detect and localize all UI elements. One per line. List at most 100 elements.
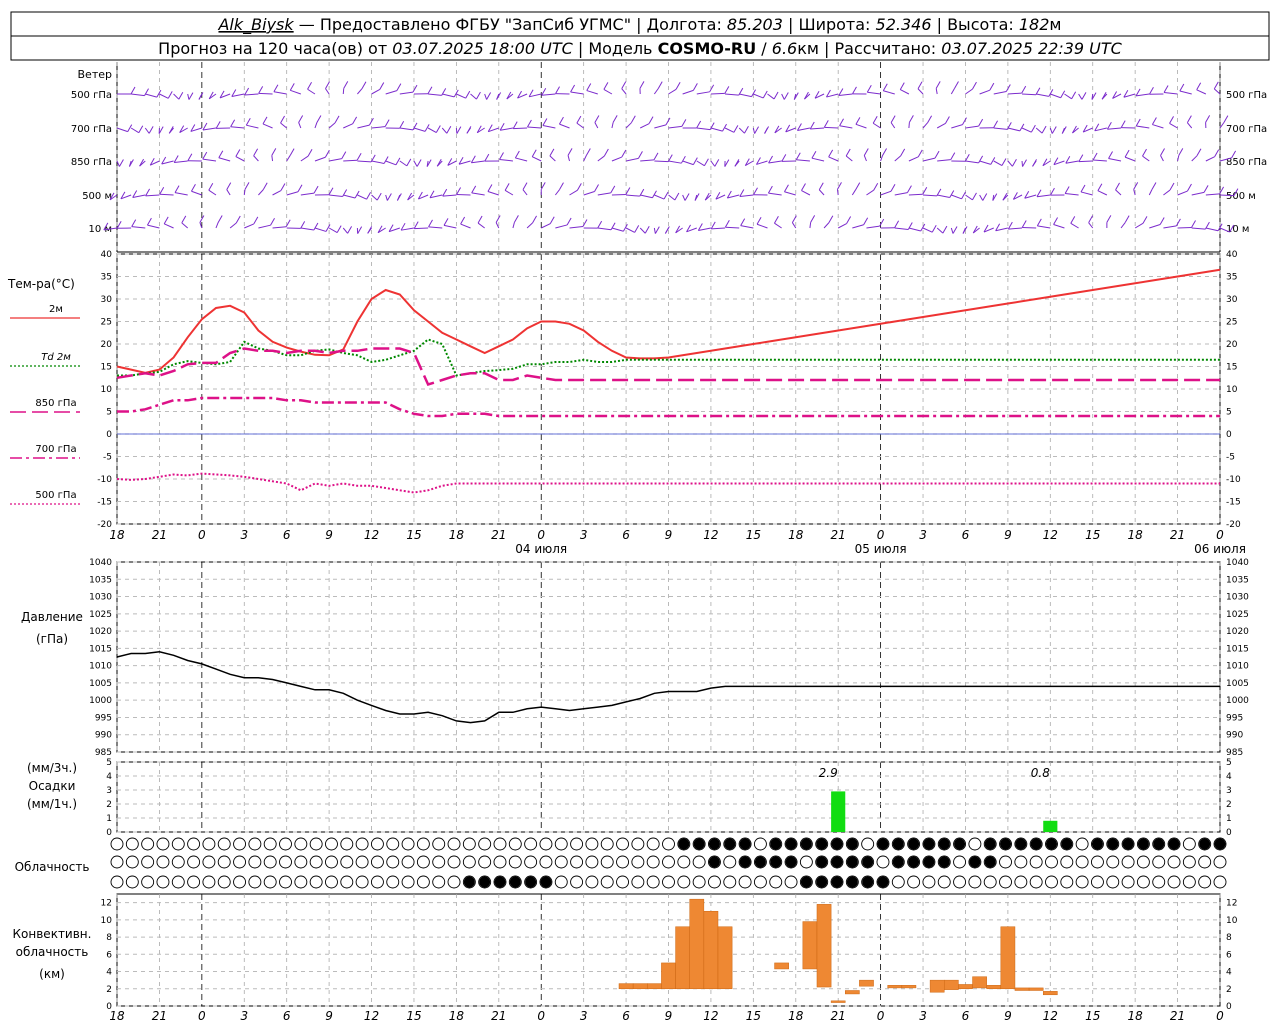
- time-tick-label-bottom: 0: [1216, 1009, 1224, 1023]
- wind-barb-feather: [753, 187, 758, 196]
- wind-barb-staff: [130, 127, 140, 134]
- wind-barb-staff: [824, 126, 839, 129]
- pressure-ytick: 1040: [89, 558, 112, 568]
- wind-barb-feather: [612, 115, 618, 123]
- cloud-symbol-lower: [340, 875, 354, 889]
- time-tick-label: 0: [537, 528, 545, 542]
- cloud-symbol-upper: [309, 837, 323, 851]
- time-tick-label-bottom: 6: [283, 1009, 291, 1023]
- time-tick-label: 21: [831, 528, 846, 542]
- wind-barb-feather: [148, 126, 154, 134]
- wind-barb-feather: [191, 184, 196, 192]
- wind-barb-feather: [846, 216, 852, 224]
- wind-barb-feather: [406, 158, 412, 167]
- wind-barb-staff: [791, 222, 797, 229]
- wind-barb-staff: [131, 93, 145, 97]
- cloud-symbol-fill: [1137, 838, 1149, 850]
- wind-barb-feather: [567, 148, 573, 156]
- precip-ytick: 4: [106, 772, 112, 782]
- cloud-symbol-upper: [539, 837, 553, 851]
- wind-barb-staff: [740, 225, 754, 229]
- cloud-symbol-upper: [646, 837, 660, 851]
- cloud-symbol-middle: [1090, 855, 1104, 869]
- wind-barb-staff: [583, 191, 595, 196]
- time-tick-label-bottom: 18: [788, 1009, 804, 1023]
- wind-barb-staff: [894, 192, 908, 196]
- wind-barb-feather: [1032, 159, 1037, 167]
- time-tick-label-bottom: 21: [152, 1009, 167, 1023]
- time-tick-label-bottom: 21: [1170, 1009, 1185, 1023]
- precip-ytick: 5: [106, 758, 112, 768]
- wind-barb-staff: [993, 160, 1003, 166]
- wind-barb-staff: [621, 88, 627, 95]
- wind-barb-staff: [965, 125, 979, 129]
- wind-barb-feather: [298, 115, 304, 123]
- wind-barb-staff: [1191, 191, 1205, 196]
- cloud-symbol-upper: [861, 837, 875, 851]
- cloud-symbol-middle: [125, 855, 139, 869]
- header-forecast-line-part: 03.07.2025 22:39 UTC: [941, 39, 1122, 58]
- time-tick-label-bottom: 6: [962, 1009, 970, 1023]
- convective-ytick-right: 10: [1226, 916, 1238, 926]
- wind-barb-feather: [585, 148, 591, 156]
- time-tick-label-bottom: 9: [665, 1009, 673, 1023]
- day-label: 05 июля: [855, 542, 907, 556]
- wind-barb-feather: [873, 182, 879, 191]
- cloud-symbol-middle: [1152, 855, 1166, 869]
- cloud-symbol-upper: [110, 837, 124, 851]
- wind-barb-staff: [597, 192, 611, 196]
- wind-barb-staff: [1049, 127, 1053, 134]
- wind-barb-staff: [936, 227, 944, 234]
- wind-barb-staff: [611, 122, 614, 129]
- wind-barb-feather: [273, 84, 279, 92]
- convective-ytick-right: 2: [1226, 985, 1232, 995]
- wind-barb-staff: [866, 189, 874, 196]
- cloud-symbol-middle: [631, 855, 645, 869]
- cloud-symbol-middle: [279, 855, 292, 869]
- cloud-symbol-lower: [1075, 875, 1089, 889]
- wind-barb-staff: [872, 122, 881, 129]
- wind-barb-feather: [181, 215, 187, 224]
- wind-barb-staff: [300, 227, 314, 231]
- wind-barb-feather: [1186, 115, 1192, 123]
- wind-barb-feather: [665, 117, 671, 126]
- cloud-symbol-middle: [1075, 855, 1089, 869]
- time-tick-label-bottom: 15: [746, 1009, 761, 1023]
- cloud-symbol-middle: [340, 855, 354, 869]
- wind-barb-staff: [1065, 192, 1079, 196]
- cloud-symbol-lower: [769, 875, 783, 889]
- cloud-symbol-upper: [631, 837, 645, 851]
- wind-barb-staff: [900, 89, 910, 95]
- cloud-symbol-upper: [294, 837, 308, 851]
- wind-barb-feather: [226, 182, 232, 190]
- wind-barb-staff: [298, 122, 302, 129]
- wind-barb-staff: [668, 88, 677, 95]
- cloud-symbol-middle: [309, 855, 323, 869]
- wind-barb-feather: [810, 215, 816, 223]
- temp-ytick: 40: [101, 250, 113, 260]
- wind-barb-feather: [773, 91, 779, 100]
- wind-barb-staff: [653, 88, 659, 95]
- cloud-symbol-fill: [846, 838, 858, 850]
- wind-barb-staff: [951, 194, 962, 200]
- cloud-symbol-upper: [263, 837, 277, 851]
- wind-barb-feather: [907, 185, 912, 193]
- wind-barb-staff: [1163, 189, 1171, 196]
- cloud-symbol-fill: [984, 856, 996, 868]
- wind-barb-staff: [174, 160, 188, 163]
- wind-barb-feather: [899, 82, 905, 90]
- cloud-symbol-middle: [248, 855, 262, 869]
- cloud-symbol-middle: [524, 855, 538, 869]
- cloud-symbol-upper: [508, 837, 522, 851]
- wind-barb-feather: [828, 215, 834, 223]
- cloud-symbol-lower: [554, 875, 568, 889]
- wind-barb-feather: [692, 83, 698, 91]
- temp-ytick: 20: [101, 340, 113, 350]
- cloud-symbol-lower: [662, 875, 675, 889]
- wind-barb-staff: [258, 189, 264, 196]
- wind-barb-staff: [739, 194, 754, 197]
- wind-barb-feather: [890, 115, 896, 123]
- header-forecast-line: Прогноз на 120 часа(ов) от 03.07.2025 18…: [158, 39, 1122, 58]
- wind-barb-feather: [297, 184, 303, 192]
- wind-barb-feather: [724, 219, 730, 228]
